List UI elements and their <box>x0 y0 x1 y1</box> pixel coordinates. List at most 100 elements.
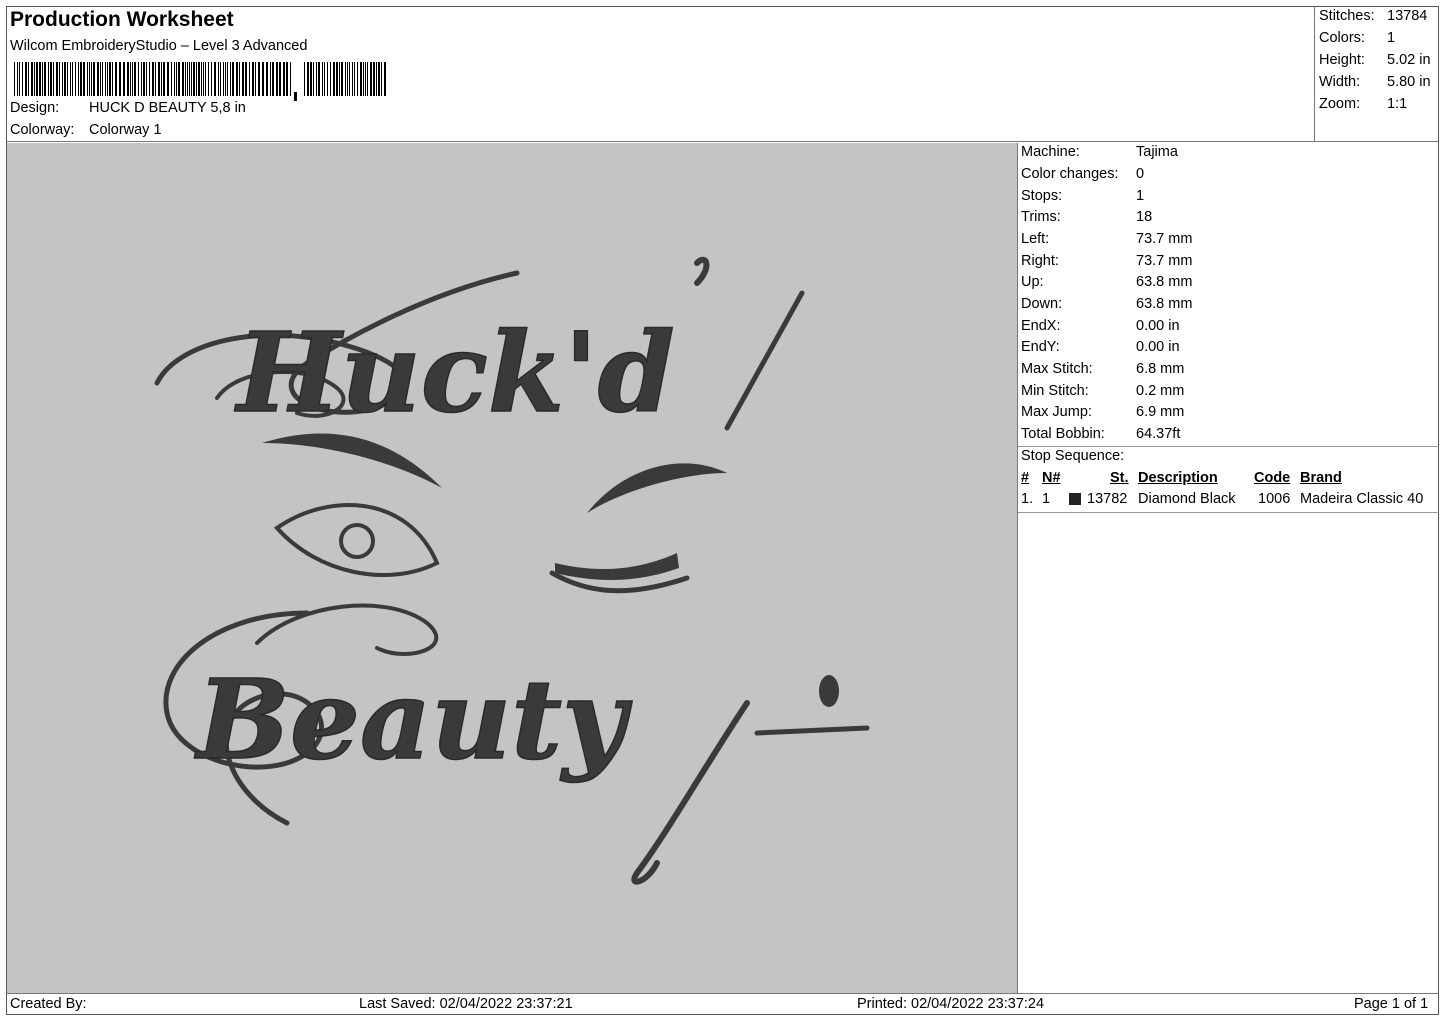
height-value: 5.02 in <box>1387 52 1431 68</box>
trims-label: Trims: <box>1021 209 1061 225</box>
stitches-label: Stitches: <box>1319 8 1375 24</box>
col-header-st: St. <box>1110 470 1129 486</box>
min-stitch-value: 0.2 mm <box>1136 383 1185 399</box>
divider <box>1018 512 1439 513</box>
color-changes-value: 0 <box>1136 166 1145 182</box>
max-jump-label: Max Jump: <box>1021 404 1092 420</box>
max-jump-row: Max Jump: 6.9 mm <box>1021 404 1184 420</box>
machine-info-panel: Machine: Tajima Color changes: 0 Stops: 1 T… <box>1017 143 1439 993</box>
colors-label: Colors: <box>1319 30 1365 46</box>
page-number: Page 1 of 1 <box>1354 996 1429 1012</box>
created-by: Created By: <box>10 996 87 1012</box>
barcode <box>14 62 386 101</box>
left-value: 73.7 mm <box>1136 231 1193 247</box>
col-header-num: # <box>1021 470 1030 486</box>
printed-date: Printed: 02/04/2022 23:37:24 <box>857 996 1045 1012</box>
row-stitches: 13782 <box>1087 491 1128 507</box>
stops-row: Stops: 1 <box>1021 188 1144 204</box>
total-bobbin-label: Total Bobbin: <box>1021 426 1105 442</box>
machine-row: Machine: Tajima <box>1021 144 1178 160</box>
open-eye-outline <box>274 503 440 577</box>
width-value: 5.80 in <box>1387 74 1431 90</box>
max-stitch-value: 6.8 mm <box>1136 361 1185 377</box>
closed-lash-shading <box>555 553 679 580</box>
stops-label: Stops: <box>1021 188 1063 204</box>
last-saved: Last Saved: 02/04/2022 23:37:21 <box>359 996 573 1012</box>
endx-label: EndX: <box>1021 318 1061 334</box>
col-header-description: Description <box>1138 470 1218 486</box>
left-row: Left: 73.7 mm <box>1021 231 1192 247</box>
colors-value: 1 <box>1387 30 1396 46</box>
stops-value: 1 <box>1136 188 1145 204</box>
embroidery-design: Huck'd Beauty <box>154 256 870 885</box>
stitches-row: Stitches: 13784 <box>1319 8 1437 24</box>
endx-value: 0.00 in <box>1136 318 1180 334</box>
max-stitch-label: Max Stitch: <box>1021 361 1093 377</box>
mirror-tool <box>819 675 839 707</box>
design-canvas: Huck'd Beauty <box>7 143 1017 993</box>
down-label: Down: <box>1021 296 1063 312</box>
endx-row: EndX: 0.00 in <box>1021 318 1180 334</box>
down-row: Down: 63.8 mm <box>1021 296 1192 312</box>
zoom-label: Zoom: <box>1319 96 1361 112</box>
colorway-row: Colorway: Colorway 1 <box>10 122 162 138</box>
stop-sequence-title: Stop Sequence: <box>1021 448 1125 464</box>
thread-swatch <box>1069 493 1081 505</box>
height-row: Height: 5.02 in <box>1319 52 1437 68</box>
endy-label: EndY: <box>1021 339 1060 355</box>
max-jump-value: 6.9 mm <box>1136 404 1185 420</box>
design-label: Design: <box>10 100 60 116</box>
color-changes-row: Color changes: 0 <box>1021 166 1144 182</box>
stitches-value: 13784 <box>1387 8 1428 24</box>
design-value: HUCK D BEAUTY 5,8 in <box>89 100 246 116</box>
right-row: Right: 73.7 mm <box>1021 253 1192 269</box>
tools-base <box>754 725 870 736</box>
software-name: Wilcom EmbroideryStudio – Level 3 Advanc… <box>10 38 308 54</box>
worksheet-header: Production Worksheet Wilcom EmbroiderySt… <box>6 6 1315 142</box>
y-descender <box>631 700 750 885</box>
d-ascender <box>724 290 805 431</box>
down-value: 63.8 mm <box>1136 296 1193 312</box>
apostrophe-stroke <box>694 256 710 286</box>
total-bobbin-value: 64.37ft <box>1136 426 1181 442</box>
colors-row: Colors: 1 <box>1319 30 1437 46</box>
page-title: Production Worksheet <box>10 8 234 31</box>
width-label: Width: <box>1319 74 1361 90</box>
height-label: Height: <box>1319 52 1365 68</box>
zoom-value: 1:1 <box>1387 96 1408 112</box>
col-header-brand: Brand <box>1300 470 1342 486</box>
endy-value: 0.00 in <box>1136 339 1180 355</box>
design-text-line2: Beauty <box>194 655 633 784</box>
min-stitch-row: Min Stitch: 0.2 mm <box>1021 383 1184 399</box>
design-row: Design: HUCK D BEAUTY 5,8 in <box>10 100 246 116</box>
eye-iris <box>339 523 375 559</box>
min-stitch-label: Min Stitch: <box>1021 383 1089 399</box>
design-text-line1: Huck'd <box>234 308 675 437</box>
col-header-n: N# <box>1042 470 1061 486</box>
right-label: Right: <box>1021 253 1059 269</box>
colorway-value: Colorway 1 <box>89 122 162 138</box>
divider <box>1018 446 1439 447</box>
trims-value: 18 <box>1136 209 1153 225</box>
endy-row: EndY: 0.00 in <box>1021 339 1180 355</box>
col-header-code: Code <box>1254 470 1291 486</box>
stats-panel: Stitches: 13784 Colors: 1 Height: 5.02 in W… <box>1315 6 1439 142</box>
zoom-row: Zoom: 1:1 <box>1319 96 1437 112</box>
row-n: 1 <box>1042 491 1051 507</box>
right-value: 73.7 mm <box>1136 253 1193 269</box>
machine-label: Machine: <box>1021 144 1080 160</box>
trims-row: Trims: 18 <box>1021 209 1152 225</box>
up-label: Up: <box>1021 274 1044 290</box>
total-bobbin-row: Total Bobbin: 64.37ft <box>1021 426 1180 442</box>
left-label: Left: <box>1021 231 1050 247</box>
colorway-label: Colorway: <box>10 122 75 138</box>
color-changes-label: Color changes: <box>1021 166 1119 182</box>
row-code: 1006 <box>1258 491 1291 507</box>
up-row: Up: 63.8 mm <box>1021 274 1192 290</box>
up-value: 63.8 mm <box>1136 274 1193 290</box>
max-stitch-row: Max Stitch: 6.8 mm <box>1021 361 1184 377</box>
width-row: Width: 5.80 in <box>1319 74 1437 90</box>
row-brand: Madeira Classic 40 <box>1300 491 1424 507</box>
row-num: 1. <box>1021 491 1034 507</box>
right-brow <box>587 463 727 513</box>
